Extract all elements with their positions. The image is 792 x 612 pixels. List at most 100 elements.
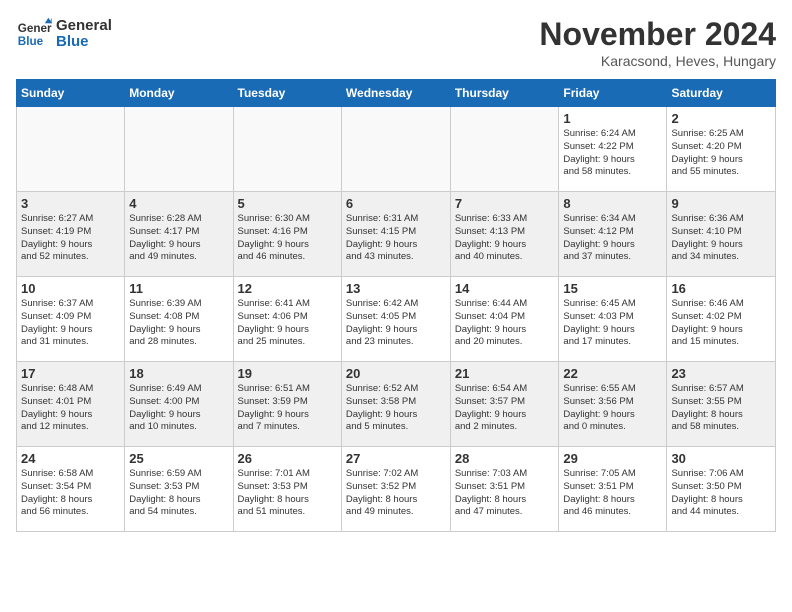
day-number: 19 xyxy=(238,366,337,381)
day-info: Sunrise: 6:46 AM Sunset: 4:02 PM Dayligh… xyxy=(671,298,771,349)
day-number: 10 xyxy=(21,281,120,296)
page-header: General Blue General Blue November 2024 … xyxy=(16,16,776,69)
calendar-day-cell: 15 Sunrise: 6:45 AM Sunset: 4:03 PM Dayli… xyxy=(559,277,667,362)
day-info: Sunrise: 6:39 AM Sunset: 4:08 PM Dayligh… xyxy=(129,298,228,349)
day-number: 25 xyxy=(129,451,228,466)
day-number: 7 xyxy=(455,196,555,211)
calendar-day-cell: 1Sunrise: 6:24 AM Sunset: 4:22 PM Daylig… xyxy=(559,107,667,192)
calendar-day-cell: 2Sunrise: 6:25 AM Sunset: 4:20 PM Daylig… xyxy=(667,107,776,192)
calendar-day-cell: 6 Sunrise: 6:31 AM Sunset: 4:15 PM Daylig… xyxy=(341,192,450,277)
month-title: November 2024 xyxy=(539,16,776,53)
day-number: 8 xyxy=(563,196,662,211)
calendar-day-cell xyxy=(125,107,233,192)
calendar-table: SundayMondayTuesdayWednesdayThursdayFrid… xyxy=(16,79,776,532)
calendar-day-cell: 22 Sunrise: 6:55 AM Sunset: 3:56 PM Dayli… xyxy=(559,362,667,447)
calendar-week-row: 3 Sunrise: 6:27 AM Sunset: 4:19 PM Daylig… xyxy=(17,192,776,277)
day-info: Sunrise: 7:02 AM Sunset: 3:52 PM Dayligh… xyxy=(346,468,446,519)
day-number: 22 xyxy=(563,366,662,381)
weekday-header-friday: Friday xyxy=(559,80,667,107)
svg-text:Blue: Blue xyxy=(18,35,44,48)
calendar-day-cell: 3 Sunrise: 6:27 AM Sunset: 4:19 PM Daylig… xyxy=(17,192,125,277)
day-number: 16 xyxy=(671,281,771,296)
day-info: Sunrise: 6:45 AM Sunset: 4:03 PM Dayligh… xyxy=(563,298,662,349)
day-number: 29 xyxy=(563,451,662,466)
day-info: Sunrise: 6:51 AM Sunset: 3:59 PM Dayligh… xyxy=(238,383,337,434)
day-info: Sunrise: 7:06 AM Sunset: 3:50 PM Dayligh… xyxy=(671,468,771,519)
calendar-day-cell: 7Sunrise: 6:33 AM Sunset: 4:13 PM Daylig… xyxy=(450,192,559,277)
calendar-week-row: 1Sunrise: 6:24 AM Sunset: 4:22 PM Daylig… xyxy=(17,107,776,192)
day-number: 18 xyxy=(129,366,228,381)
weekday-header-saturday: Saturday xyxy=(667,80,776,107)
day-number: 3 xyxy=(21,196,120,211)
day-info: Sunrise: 6:31 AM Sunset: 4:15 PM Dayligh… xyxy=(346,213,446,264)
day-info: Sunrise: 6:59 AM Sunset: 3:53 PM Dayligh… xyxy=(129,468,228,519)
calendar-day-cell xyxy=(17,107,125,192)
day-info: Sunrise: 7:03 AM Sunset: 3:51 PM Dayligh… xyxy=(455,468,555,519)
day-info: Sunrise: 6:27 AM Sunset: 4:19 PM Dayligh… xyxy=(21,213,120,264)
calendar-day-cell: 20Sunrise: 6:52 AM Sunset: 3:58 PM Dayli… xyxy=(341,362,450,447)
calendar-day-cell: 19 Sunrise: 6:51 AM Sunset: 3:59 PM Dayli… xyxy=(233,362,341,447)
day-info: Sunrise: 6:54 AM Sunset: 3:57 PM Dayligh… xyxy=(455,383,555,434)
calendar-day-cell xyxy=(233,107,341,192)
calendar-day-cell: 29 Sunrise: 7:05 AM Sunset: 3:51 PM Dayli… xyxy=(559,447,667,532)
day-number: 12 xyxy=(238,281,337,296)
logo-line1: General xyxy=(56,18,112,35)
day-number: 28 xyxy=(455,451,555,466)
day-number: 26 xyxy=(238,451,337,466)
calendar-day-cell: 9Sunrise: 6:36 AM Sunset: 4:10 PM Daylig… xyxy=(667,192,776,277)
day-number: 24 xyxy=(21,451,120,466)
calendar-day-cell: 25 Sunrise: 6:59 AM Sunset: 3:53 PM Dayli… xyxy=(125,447,233,532)
weekday-header-monday: Monday xyxy=(125,80,233,107)
day-info: Sunrise: 6:36 AM Sunset: 4:10 PM Dayligh… xyxy=(671,213,771,264)
weekday-header-sunday: Sunday xyxy=(17,80,125,107)
calendar-day-cell: 8 Sunrise: 6:34 AM Sunset: 4:12 PM Daylig… xyxy=(559,192,667,277)
calendar-day-cell: 16 Sunrise: 6:46 AM Sunset: 4:02 PM Dayli… xyxy=(667,277,776,362)
day-number: 30 xyxy=(671,451,771,466)
calendar-day-cell: 14Sunrise: 6:44 AM Sunset: 4:04 PM Dayli… xyxy=(450,277,559,362)
calendar-day-cell: 13 Sunrise: 6:42 AM Sunset: 4:05 PM Dayli… xyxy=(341,277,450,362)
calendar-day-cell: 23 Sunrise: 6:57 AM Sunset: 3:55 PM Dayli… xyxy=(667,362,776,447)
day-info: Sunrise: 6:57 AM Sunset: 3:55 PM Dayligh… xyxy=(671,383,771,434)
day-number: 5 xyxy=(238,196,337,211)
location-subtitle: Karacsond, Heves, Hungary xyxy=(539,53,776,69)
calendar-day-cell: 12 Sunrise: 6:41 AM Sunset: 4:06 PM Dayli… xyxy=(233,277,341,362)
day-info: Sunrise: 6:58 AM Sunset: 3:54 PM Dayligh… xyxy=(21,468,120,519)
svg-text:General: General xyxy=(18,22,52,35)
day-number: 23 xyxy=(671,366,771,381)
logo-line2: Blue xyxy=(56,34,112,51)
title-block: November 2024 Karacsond, Heves, Hungary xyxy=(539,16,776,69)
day-info: Sunrise: 7:01 AM Sunset: 3:53 PM Dayligh… xyxy=(238,468,337,519)
day-number: 15 xyxy=(563,281,662,296)
day-info: Sunrise: 6:37 AM Sunset: 4:09 PM Dayligh… xyxy=(21,298,120,349)
calendar-day-cell: 24 Sunrise: 6:58 AM Sunset: 3:54 PM Dayli… xyxy=(17,447,125,532)
day-info: Sunrise: 6:44 AM Sunset: 4:04 PM Dayligh… xyxy=(455,298,555,349)
day-info: Sunrise: 6:55 AM Sunset: 3:56 PM Dayligh… xyxy=(563,383,662,434)
weekday-header-wednesday: Wednesday xyxy=(341,80,450,107)
day-info: Sunrise: 6:49 AM Sunset: 4:00 PM Dayligh… xyxy=(129,383,228,434)
day-info: Sunrise: 6:41 AM Sunset: 4:06 PM Dayligh… xyxy=(238,298,337,349)
day-number: 2 xyxy=(671,111,771,126)
calendar-day-cell: 11Sunrise: 6:39 AM Sunset: 4:08 PM Dayli… xyxy=(125,277,233,362)
day-info: Sunrise: 6:52 AM Sunset: 3:58 PM Dayligh… xyxy=(346,383,446,434)
day-number: 6 xyxy=(346,196,446,211)
weekday-header-row: SundayMondayTuesdayWednesdayThursdayFrid… xyxy=(17,80,776,107)
logo: General Blue General Blue xyxy=(16,16,112,52)
day-info: Sunrise: 7:05 AM Sunset: 3:51 PM Dayligh… xyxy=(563,468,662,519)
calendar-day-cell xyxy=(341,107,450,192)
day-info: Sunrise: 6:28 AM Sunset: 4:17 PM Dayligh… xyxy=(129,213,228,264)
calendar-day-cell: 28 Sunrise: 7:03 AM Sunset: 3:51 PM Dayli… xyxy=(450,447,559,532)
logo-icon: General Blue xyxy=(16,16,52,52)
day-info: Sunrise: 6:42 AM Sunset: 4:05 PM Dayligh… xyxy=(346,298,446,349)
day-number: 4 xyxy=(129,196,228,211)
calendar-day-cell: 4 Sunrise: 6:28 AM Sunset: 4:17 PM Daylig… xyxy=(125,192,233,277)
day-info: Sunrise: 6:48 AM Sunset: 4:01 PM Dayligh… xyxy=(21,383,120,434)
day-number: 1 xyxy=(563,111,662,126)
day-number: 21 xyxy=(455,366,555,381)
calendar-day-cell xyxy=(450,107,559,192)
calendar-day-cell: 17Sunrise: 6:48 AM Sunset: 4:01 PM Dayli… xyxy=(17,362,125,447)
day-info: Sunrise: 6:34 AM Sunset: 4:12 PM Dayligh… xyxy=(563,213,662,264)
day-info: Sunrise: 6:30 AM Sunset: 4:16 PM Dayligh… xyxy=(238,213,337,264)
calendar-day-cell: 5 Sunrise: 6:30 AM Sunset: 4:16 PM Daylig… xyxy=(233,192,341,277)
calendar-week-row: 10 Sunrise: 6:37 AM Sunset: 4:09 PM Dayli… xyxy=(17,277,776,362)
day-number: 13 xyxy=(346,281,446,296)
